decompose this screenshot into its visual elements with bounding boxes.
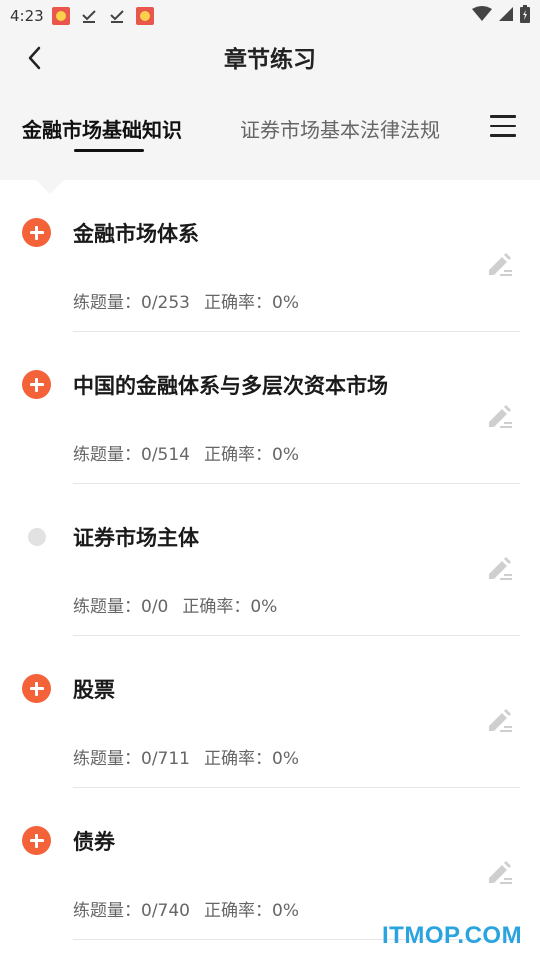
- list-item[interactable]: 金融市场体系 练题量：0/253 正确率：0%: [0, 180, 540, 332]
- accuracy-label: 正确率：: [204, 293, 272, 313]
- accuracy-value: 0%: [250, 597, 278, 617]
- wifi-icon: [472, 6, 492, 26]
- accuracy-value: 0%: [272, 901, 299, 921]
- chapter-title: 债券: [73, 830, 115, 854]
- chapter-stats: 练题量：0/253 正确率：0%: [73, 288, 299, 313]
- chapter-list: 金融市场体系 练题量：0/253 正确率：0% 中国的金融体系与多层次资本市场 练…: [0, 180, 540, 940]
- chapter-stats: 练题量：0/514 正确率：0%: [73, 440, 299, 465]
- list-item[interactable]: 中国的金融体系与多层次资本市场 练题量：0/514 正确率：0%: [0, 332, 540, 484]
- hamburger-menu-icon: [490, 115, 516, 118]
- questions-count: 0/740: [141, 901, 190, 921]
- chapter-title: 金融市场体系: [73, 222, 199, 246]
- app-header: 章节练习: [0, 32, 540, 88]
- page-title: 章节练习: [224, 47, 316, 73]
- accuracy-label: 正确率：: [204, 901, 272, 921]
- status-bar: 4:23: [0, 0, 540, 32]
- signal-icon: [498, 6, 514, 26]
- chapter-title: 证券市场主体: [73, 526, 199, 550]
- chapter-stats: 练题量：0/711 正确率：0%: [73, 744, 299, 769]
- pencil-edit-icon[interactable]: [486, 554, 514, 582]
- questions-count: 0/253: [141, 293, 190, 313]
- list-item[interactable]: 股票 练题量：0/711 正确率：0%: [0, 636, 540, 788]
- list-item[interactable]: 证券市场主体 练题量：0/0 正确率：0%: [0, 484, 540, 636]
- questions-count: 0/514: [141, 445, 190, 465]
- questions-label: 练题量：: [73, 749, 141, 769]
- pencil-edit-icon[interactable]: [486, 402, 514, 430]
- battery-icon: [520, 5, 530, 27]
- app-notification-icon: [51, 7, 70, 25]
- questions-label: 练题量：: [73, 293, 141, 313]
- expand-plus-icon[interactable]: [22, 370, 51, 399]
- download-done-icon: [80, 7, 98, 25]
- empty-dot-icon: [22, 522, 51, 551]
- expand-plus-icon[interactable]: [22, 218, 51, 247]
- chapter-title: 中国的金融体系与多层次资本市场: [73, 374, 388, 398]
- subject-tabs: 金融市场基础知识 证券市场基本法律法规: [0, 88, 540, 180]
- chapter-stats: 练题量：0/0 正确率：0%: [73, 592, 277, 617]
- status-right-icons: [472, 5, 530, 27]
- pencil-edit-icon[interactable]: [486, 858, 514, 886]
- chapter-title: 股票: [73, 678, 115, 702]
- accuracy-label: 正确率：: [182, 597, 251, 617]
- questions-count: 0/711: [141, 749, 190, 769]
- pencil-edit-icon[interactable]: [486, 706, 514, 734]
- accuracy-label: 正确率：: [204, 749, 272, 769]
- accuracy-value: 0%: [272, 445, 299, 465]
- expand-plus-icon[interactable]: [22, 674, 51, 703]
- questions-label: 练题量：: [73, 597, 141, 617]
- pencil-edit-icon[interactable]: [486, 250, 514, 278]
- status-time: 4:23: [10, 7, 44, 25]
- questions-label: 练题量：: [73, 445, 141, 465]
- tab-securities-laws[interactable]: 证券市场基本法律法规: [240, 114, 440, 143]
- questions-label: 练题量：: [73, 901, 141, 921]
- questions-count: 0/0: [141, 597, 169, 617]
- list-item[interactable]: 债券 练题量：0/740 正确率：0%: [0, 788, 540, 940]
- site-watermark: ITMOP.COM: [382, 922, 523, 949]
- accuracy-value: 0%: [272, 293, 299, 313]
- tab-financial-market-basics[interactable]: 金融市场基础知识: [22, 114, 182, 143]
- app-notification-icon: [135, 7, 154, 25]
- chapter-stats: 练题量：0/740 正确率：0%: [73, 896, 299, 921]
- accuracy-label: 正确率：: [204, 445, 272, 465]
- screen: 4:23 章节练习 金融市场基础知识 证券市场基本法律法规 金融市场体系 练题量…: [0, 0, 540, 960]
- expand-plus-icon[interactable]: [22, 826, 51, 855]
- accuracy-value: 0%: [272, 749, 299, 769]
- tab-active-indicator: [74, 149, 144, 152]
- menu-button[interactable]: [490, 110, 522, 142]
- download-done-icon: [108, 7, 126, 25]
